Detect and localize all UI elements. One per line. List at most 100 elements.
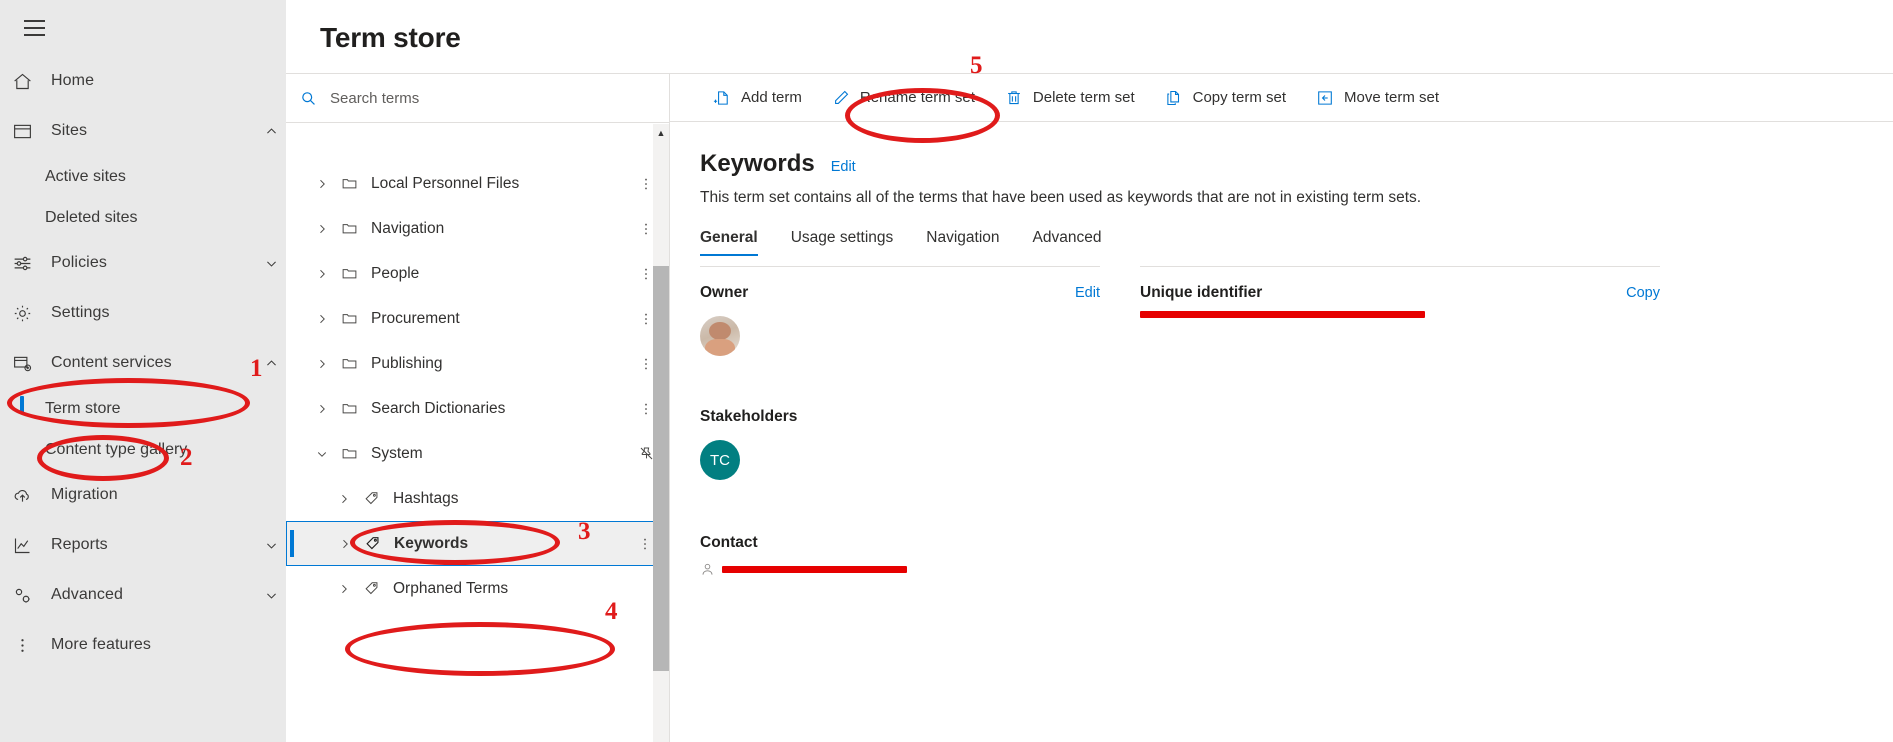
- tree-node-navigation[interactable]: Navigation: [286, 206, 669, 251]
- chevron-up-icon[interactable]: [256, 357, 286, 370]
- person-icon: [700, 562, 722, 577]
- details-tabs: General Usage settings Navigation Advanc…: [700, 229, 1893, 256]
- chevron-right-icon[interactable]: [331, 538, 359, 550]
- sidebar-item-policies[interactable]: Policies: [0, 238, 286, 288]
- left-navigation: Home Sites Active sites Deleted sites Po…: [0, 0, 286, 742]
- details-body: Keywords Edit This term set contains all…: [670, 122, 1893, 577]
- chevron-down-icon[interactable]: [256, 539, 286, 552]
- copy-identifier-link[interactable]: Copy: [1626, 285, 1660, 301]
- sidebar-item-label: More features: [51, 636, 152, 653]
- tab-general[interactable]: General: [700, 229, 758, 256]
- content-services-icon: [12, 353, 42, 374]
- chevron-down-icon[interactable]: [308, 448, 336, 460]
- stakeholder-avatar[interactable]: TC: [700, 440, 740, 480]
- sidebar-item-label: Migration: [51, 486, 118, 503]
- edit-owner-link[interactable]: Edit: [1075, 285, 1100, 301]
- folder-icon: [336, 400, 362, 417]
- tag-icon: [359, 535, 385, 552]
- search-input[interactable]: [326, 89, 626, 107]
- move-term-set-button[interactable]: Move term set: [1303, 78, 1449, 118]
- chevron-up-icon[interactable]: [256, 125, 286, 138]
- owner-label: Owner: [700, 284, 749, 301]
- tree-node-keywords[interactable]: Keywords: [286, 521, 669, 566]
- term-tree: Local Personnel Files Navigation People: [286, 123, 669, 742]
- main-area: Term store Local Personnel Files: [286, 0, 1893, 742]
- contact-value-row: [700, 562, 1100, 577]
- details-title-row: Keywords Edit: [700, 150, 1893, 178]
- tree-node-publishing[interactable]: Publishing: [286, 341, 669, 386]
- tree-node-orphaned-terms[interactable]: Orphaned Terms: [286, 566, 669, 611]
- chevron-right-icon[interactable]: [330, 493, 358, 505]
- tree-node-search-dictionaries[interactable]: Search Dictionaries: [286, 386, 669, 431]
- chevron-down-icon[interactable]: [256, 257, 286, 270]
- tab-navigation[interactable]: Navigation: [926, 229, 999, 256]
- delete-term-set-button[interactable]: Delete term set: [992, 78, 1145, 118]
- hamburger-menu-icon[interactable]: [10, 4, 58, 52]
- tag-icon: [358, 580, 384, 597]
- tree-node-local-personnel-files[interactable]: Local Personnel Files: [286, 161, 669, 206]
- scroll-up-arrow-icon[interactable]: ▲: [653, 124, 669, 141]
- sidebar-item-sites[interactable]: Sites: [0, 106, 286, 156]
- divider: [1140, 266, 1660, 267]
- term-set-details: Add term Rename term set Delete term set: [670, 73, 1893, 742]
- sidebar-item-deleted-sites[interactable]: Deleted sites: [0, 197, 286, 238]
- sidebar-item-content-type-gallery[interactable]: Content type gallery: [0, 429, 286, 470]
- chevron-right-icon[interactable]: [308, 403, 336, 415]
- tree-node-people[interactable]: People: [286, 251, 669, 296]
- chevron-down-icon[interactable]: [256, 589, 286, 602]
- details-column-left: Owner Edit Stakeholders TC Contact: [700, 266, 1100, 577]
- owner-header: Owner Edit: [700, 284, 1100, 302]
- chevron-right-icon[interactable]: [308, 313, 336, 325]
- pencil-icon: [829, 89, 853, 107]
- tab-advanced[interactable]: Advanced: [1033, 229, 1102, 256]
- home-icon: [12, 71, 42, 92]
- chevron-right-icon[interactable]: [330, 583, 358, 595]
- rename-term-set-button[interactable]: Rename term set: [819, 78, 985, 118]
- sidebar-item-label: Reports: [51, 536, 108, 553]
- owner-avatar[interactable]: [700, 316, 740, 356]
- sidebar-item-migration[interactable]: Migration: [0, 470, 286, 520]
- scrollbar-thumb[interactable]: [653, 266, 669, 671]
- tree-node-system[interactable]: System: [286, 431, 669, 476]
- tree-node-hashtags[interactable]: Hashtags: [286, 476, 669, 521]
- sidebar-item-label: Content type gallery: [45, 440, 188, 458]
- tree-scrollbar[interactable]: ▲: [653, 124, 669, 742]
- command-label: Add term: [741, 89, 802, 106]
- sidebar-item-more-features[interactable]: More features: [0, 620, 286, 670]
- sidebar-item-active-sites[interactable]: Active sites: [0, 156, 286, 197]
- content-row: Local Personnel Files Navigation People: [286, 73, 1893, 742]
- details-column-right: Unique identifier Copy: [1140, 266, 1660, 577]
- reports-chart-icon: [12, 535, 42, 556]
- tag-icon: [358, 490, 384, 507]
- trash-icon: [1002, 89, 1026, 107]
- add-term-icon: [710, 89, 734, 107]
- tab-usage-settings[interactable]: Usage settings: [791, 229, 894, 256]
- policies-icon: [12, 253, 42, 274]
- edit-title-link[interactable]: Edit: [831, 159, 856, 175]
- chevron-right-icon[interactable]: [308, 178, 336, 190]
- migration-cloud-icon: [12, 485, 42, 506]
- chevron-right-icon[interactable]: [308, 358, 336, 370]
- tree-node-label: Local Personnel Files: [371, 174, 520, 192]
- sidebar-item-label: Term store: [45, 399, 121, 417]
- chevron-right-icon[interactable]: [308, 223, 336, 235]
- sidebar-item-content-services[interactable]: Content services: [0, 338, 286, 388]
- sidebar-item-label: Active sites: [45, 167, 126, 185]
- copy-term-set-button[interactable]: Copy term set: [1152, 78, 1296, 118]
- tree-node-label: Keywords: [394, 534, 469, 552]
- add-term-button[interactable]: Add term: [700, 78, 812, 118]
- tree-node-procurement[interactable]: Procurement: [286, 296, 669, 341]
- term-set-description: This term set contains all of the terms …: [700, 189, 1422, 206]
- sidebar-item-home[interactable]: Home: [0, 56, 286, 106]
- sidebar-item-settings[interactable]: Settings: [0, 288, 286, 338]
- sidebar-item-label: Content services: [51, 354, 172, 371]
- chevron-right-icon[interactable]: [308, 268, 336, 280]
- sidebar-item-advanced[interactable]: Advanced: [0, 570, 286, 620]
- term-tree-panel: Local Personnel Files Navigation People: [286, 73, 670, 742]
- term-store-app: Home Sites Active sites Deleted sites Po…: [0, 0, 1893, 742]
- divider: [700, 266, 1100, 267]
- sidebar-item-reports[interactable]: Reports: [0, 520, 286, 570]
- tab-label: General: [700, 229, 758, 246]
- sidebar-item-term-store[interactable]: Term store: [0, 388, 286, 429]
- tree-node-label: Orphaned Terms: [393, 579, 509, 597]
